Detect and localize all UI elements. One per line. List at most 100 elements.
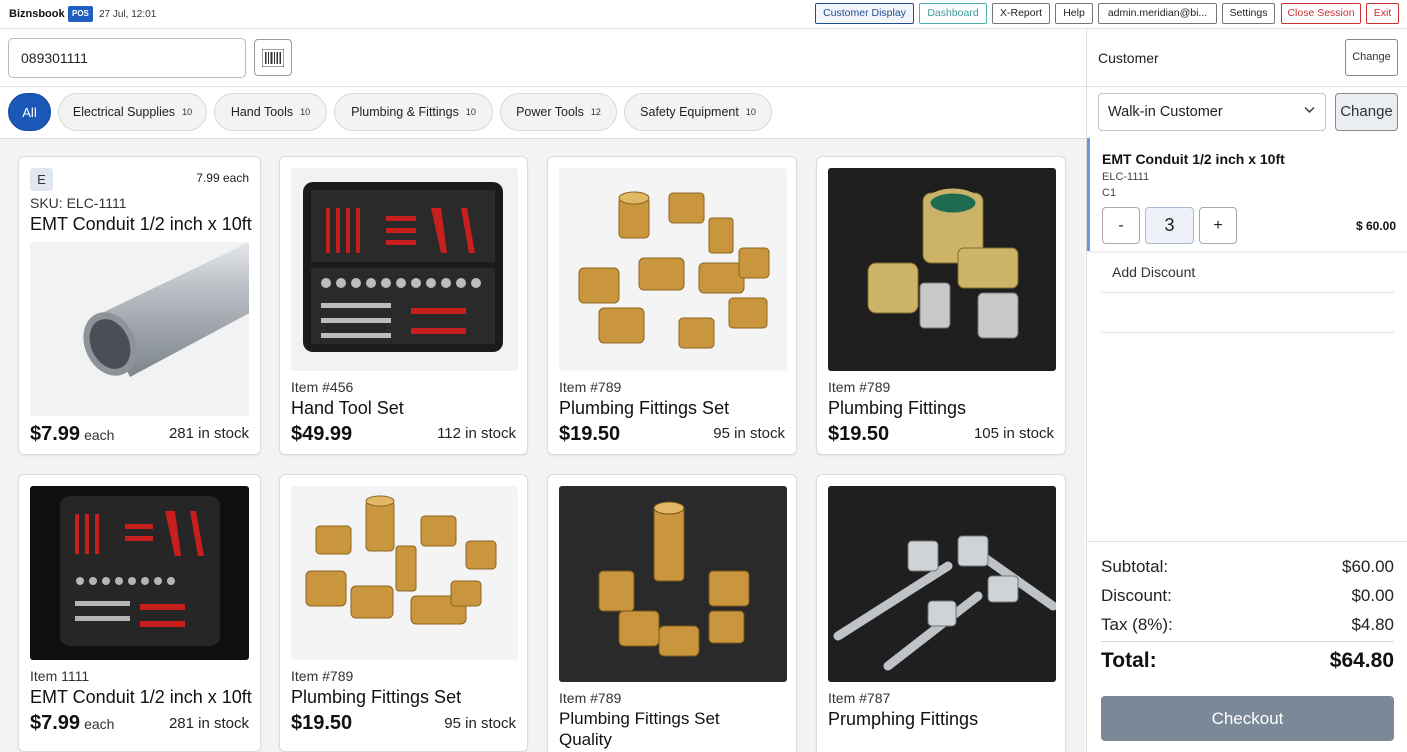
category-hand-tools[interactable]: Hand Tools 10: [214, 93, 327, 131]
settings-button[interactable]: Settings: [1222, 3, 1275, 24]
product-price: $19.50: [828, 423, 890, 445]
product-price: $7.99 each: [30, 423, 115, 445]
category-safety-equipment[interactable]: Safety Equipment 10: [624, 93, 772, 131]
customer-display-button[interactable]: Customer Display: [815, 3, 914, 24]
product-image: [291, 168, 518, 371]
category-label: Power Tools: [516, 105, 584, 119]
category-all[interactable]: All: [8, 93, 51, 131]
product-name: EMT Conduit 1/2 inch x 10ft: [30, 214, 252, 234]
divider: [1087, 86, 1407, 87]
chevron-down-icon: [1304, 107, 1315, 113]
x-report-button[interactable]: X-Report: [992, 3, 1050, 24]
item-number: Item #789: [291, 668, 354, 684]
product-price: $49.99: [291, 423, 353, 445]
category-power-tools[interactable]: Power Tools 12: [500, 93, 617, 131]
increase-quantity-button[interactable]: +: [1199, 207, 1237, 244]
exit-button[interactable]: Exit: [1366, 3, 1399, 24]
category-count: 10: [745, 107, 756, 117]
product-card[interactable]: Item #789 Plumbing Fittings $19.50 105 i…: [816, 156, 1066, 455]
divider: [1101, 641, 1394, 642]
tax-label: Tax (8%):: [1101, 615, 1173, 634]
product-image: [30, 242, 249, 416]
discount-value: $0.00: [1351, 586, 1394, 605]
barcode-scan-button[interactable]: [254, 39, 292, 76]
dashboard-button[interactable]: Dashboard: [919, 3, 987, 24]
item-number: Item #789: [559, 690, 622, 706]
product-card[interactable]: Item 1111 EMT Conduit 1/2 inch x 10ft $7…: [18, 474, 261, 752]
product-price: $19.50: [559, 423, 621, 445]
product-name: Plumbing Fittings: [828, 398, 967, 418]
barcode-icon: [262, 48, 284, 67]
item-number: Item #456: [291, 379, 354, 395]
subtotal-label: Subtotal:: [1101, 557, 1169, 576]
decrease-quantity-button[interactable]: -: [1102, 207, 1140, 244]
product-card[interactable]: Item #789 Plumbing Fittings Set Quality: [547, 474, 797, 752]
category-electrical-supplies[interactable]: Electrical Supplies 10: [58, 93, 207, 131]
cart-item-price: $ 60.00: [1355, 219, 1396, 233]
product-sku: SKU: ELC-1111: [30, 195, 127, 211]
brand-name: Biznsbook: [9, 8, 65, 20]
help-button[interactable]: Help: [1055, 3, 1093, 24]
subtotal-value: $60.00: [1342, 557, 1394, 576]
category-label: Electrical Supplies: [72, 105, 176, 119]
product-image: [30, 486, 249, 660]
divider: [1101, 332, 1394, 333]
customer-label: Customer: [1098, 50, 1159, 66]
product-price: $19.50: [291, 712, 353, 734]
user-menu-button[interactable]: admin.meridian@bi...: [1098, 3, 1217, 24]
product-name: Prumphing Fittings: [828, 709, 979, 729]
discount-row: Discount: $0.00: [1101, 586, 1394, 606]
product-card[interactable]: Item #456 Hand Tool Set $49.99 112 in st…: [279, 156, 528, 455]
add-discount-link[interactable]: Add Discount: [1112, 264, 1195, 280]
product-card[interactable]: Item #787 Prumphing Fittings: [816, 474, 1066, 752]
product-card[interactable]: Item #789 Plumbing Fittings Set $19.50 9…: [547, 156, 797, 455]
product-stock: 281 in stock: [168, 425, 249, 442]
category-label: Hand Tools: [230, 105, 294, 119]
selected-customer: Walk-in Customer: [1108, 104, 1223, 120]
unit-price: 7.99 each: [196, 171, 249, 185]
top-bar: Biznsbook POS 27 Jul, 12:01 Customer Dis…: [0, 0, 1407, 29]
item-number: Item #789: [559, 379, 622, 395]
product-image: [291, 486, 518, 660]
close-session-button[interactable]: Close Session: [1281, 3, 1361, 24]
cart-item-sku: ELC-1111: [1102, 171, 1150, 183]
checkout-button[interactable]: Checkout: [1101, 696, 1394, 741]
cart-line-item[interactable]: EMT Conduit 1/2 inch x 10ft ELC-1111 C1 …: [1087, 138, 1407, 251]
customer-select[interactable]: Walk-in Customer: [1098, 93, 1326, 131]
pos-badge: POS: [68, 6, 93, 22]
category-count: 10: [300, 107, 311, 117]
divider: [0, 86, 1086, 87]
product-name: Hand Tool Set: [291, 398, 404, 418]
cart-panel: Customer Change Walk-in Customer Change …: [1086, 29, 1407, 752]
change-customer-button[interactable]: Change: [1335, 93, 1398, 131]
total-label: Total:: [1101, 649, 1157, 672]
search-input[interactable]: [8, 38, 246, 78]
product-image: [828, 168, 1056, 371]
product-name: EMT Conduit 1/2 inch x 10ft: [30, 687, 252, 707]
quantity-field[interactable]: 3: [1145, 207, 1194, 244]
item-number: Item #787: [828, 690, 891, 706]
product-image: [828, 486, 1056, 682]
product-stock: 95 in stock: [713, 425, 785, 442]
tax-value: $4.80: [1351, 615, 1394, 634]
product-image: [559, 486, 787, 682]
product-card[interactable]: Item #789 Plumbing Fittings Set $19.50 9…: [279, 474, 528, 752]
product-stock: 281 in stock: [168, 715, 249, 732]
product-price: $7.99 each: [30, 712, 115, 734]
product-name: Plumbing Fittings Set: [559, 398, 730, 418]
tax-row: Tax (8%): $4.80: [1101, 615, 1394, 635]
total-value: $64.80: [1329, 649, 1394, 672]
discount-label: Discount:: [1101, 586, 1172, 605]
session-datetime: 27 Jul, 12:01: [99, 9, 157, 20]
product-grid: E 7.99 each SKU: ELC-1111 EMT Conduit 1/…: [0, 139, 1085, 752]
category-plumbing-fittings[interactable]: Plumbing & Fittings 10: [334, 93, 493, 131]
total-row: Total: $64.80: [1101, 649, 1394, 673]
item-number: Item #789: [828, 379, 891, 395]
change-customer-button-small[interactable]: Change: [1345, 39, 1398, 76]
product-card[interactable]: E 7.99 each SKU: ELC-1111 EMT Conduit 1/…: [18, 156, 261, 455]
cart-item-name: EMT Conduit 1/2 inch x 10ft: [1102, 151, 1285, 167]
category-label: Plumbing & Fittings: [351, 105, 459, 119]
product-name: Plumbing Fittings Set: [291, 687, 462, 707]
product-initial-badge: E: [30, 168, 53, 191]
product-stock: 112 in stock: [437, 425, 516, 442]
